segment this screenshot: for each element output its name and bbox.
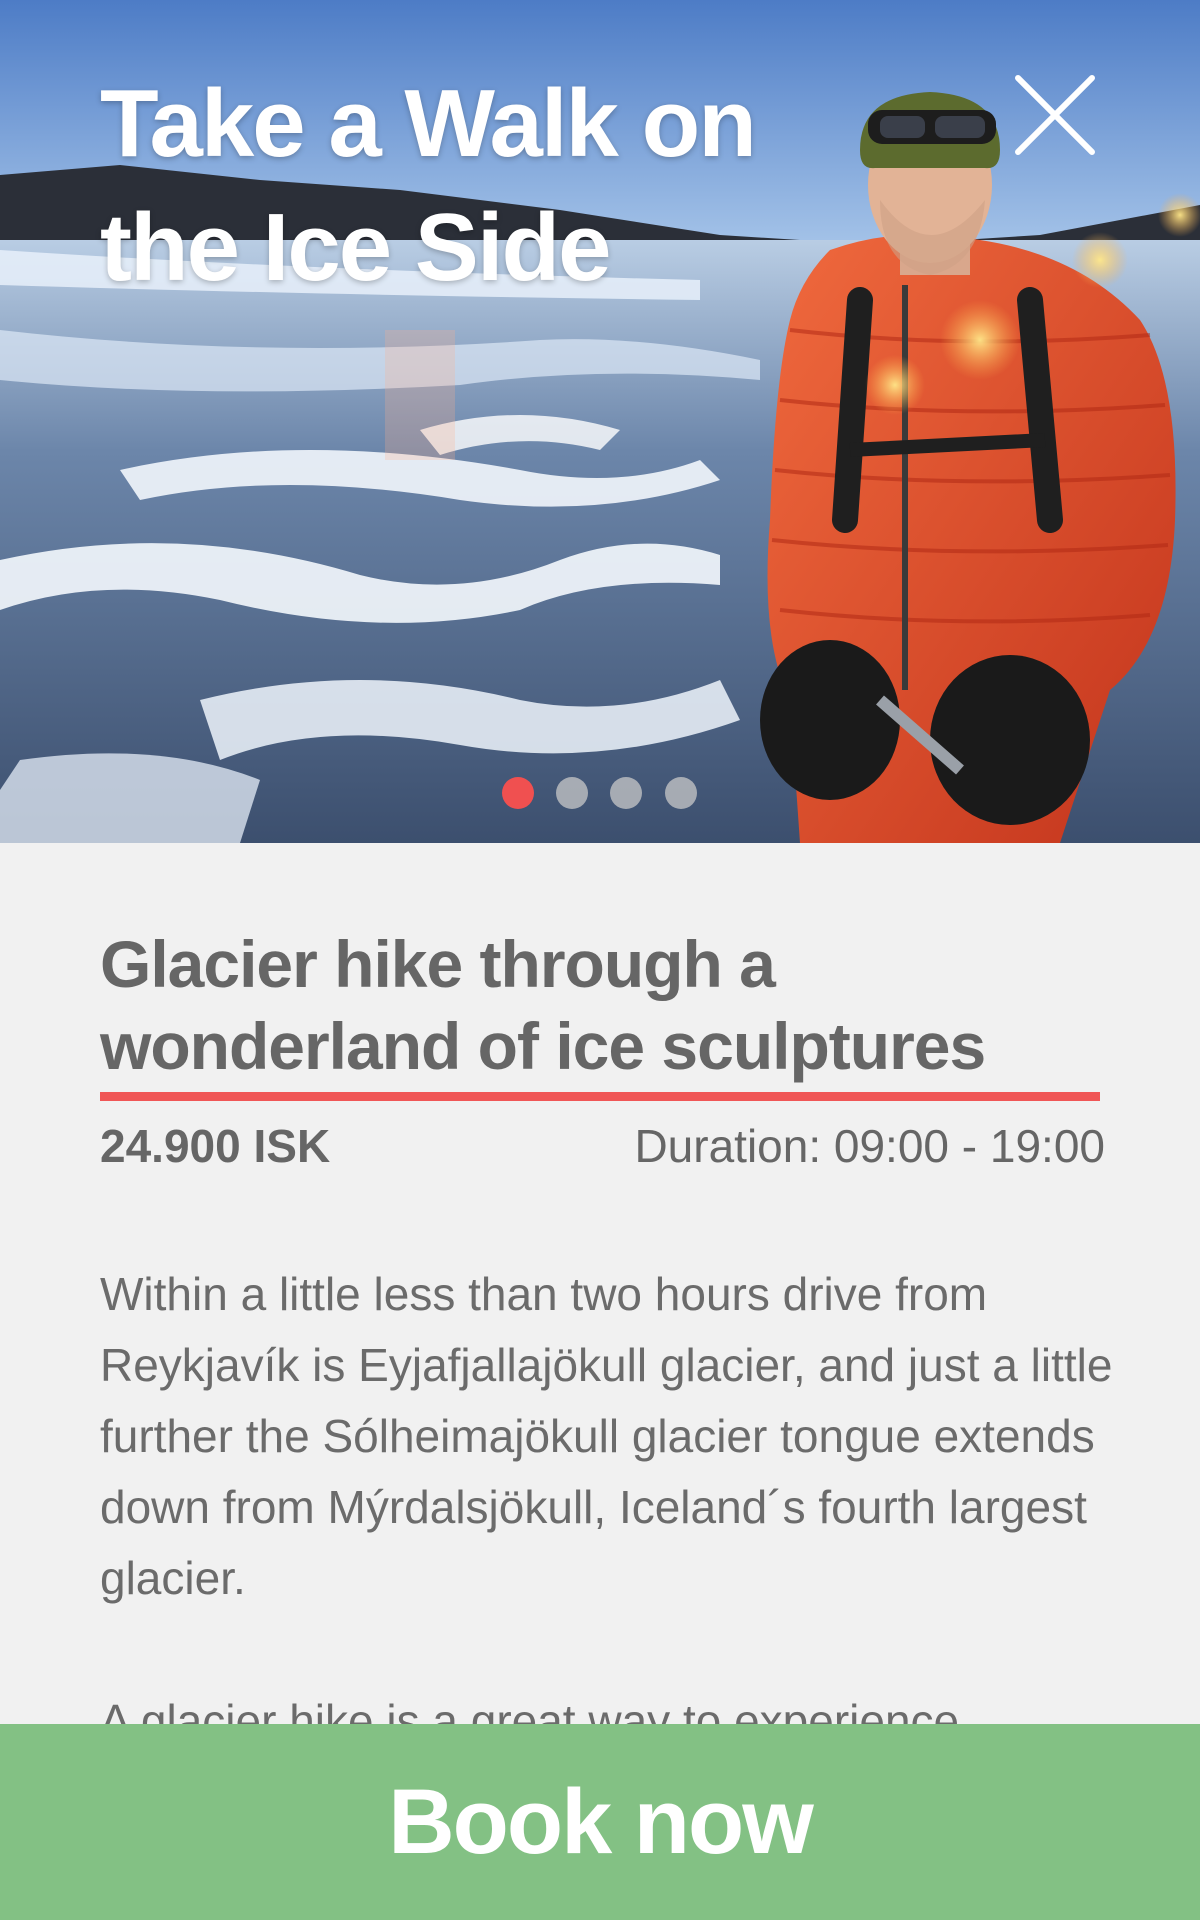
tour-title: Glacier hike through a wonderland of ice…: [100, 927, 986, 1083]
tour-description[interactable]: Within a little less than two hours driv…: [100, 1259, 1120, 1725]
carousel-pagination: [0, 777, 1200, 809]
book-now-button[interactable]: Book now: [0, 1724, 1200, 1920]
price-label: 24.900 ISK: [100, 1120, 331, 1172]
carousel-dot[interactable]: [556, 777, 588, 809]
close-button[interactable]: [1010, 70, 1100, 160]
carousel-dot[interactable]: [502, 777, 534, 809]
description-paragraph: A glacier hike is a great way to experie…: [100, 1695, 960, 1725]
duration-label: Duration: 09:00 - 19:00: [634, 1120, 1105, 1172]
description-paragraph: Within a little less than two hours driv…: [100, 1268, 1113, 1604]
carousel-dot[interactable]: [610, 777, 642, 809]
hero-title: Take a Walk on the Ice Side: [100, 70, 757, 301]
hero-section: Take a Walk on the Ice Side: [0, 0, 1200, 843]
carousel-dot[interactable]: [665, 777, 697, 809]
title-divider: [100, 1092, 1100, 1101]
close-icon: [1015, 75, 1095, 155]
tour-details: Glacier hike through a wonderland of ice…: [0, 843, 1200, 1725]
